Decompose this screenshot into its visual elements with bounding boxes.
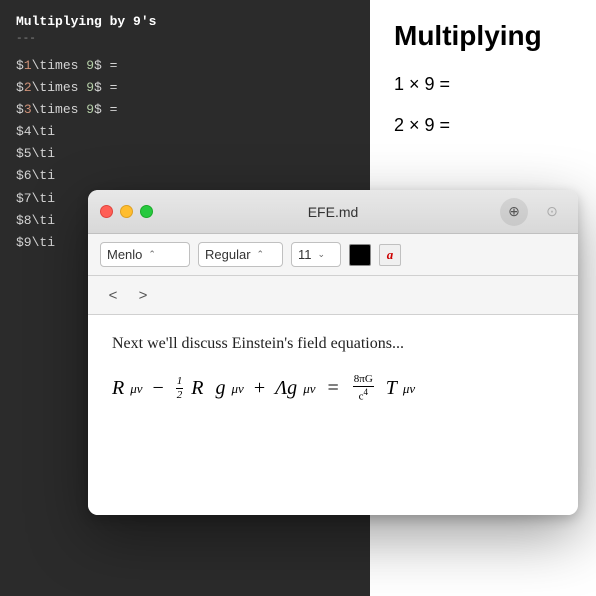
code-line-1: $1\times 9$ = [16,55,354,77]
editor-divider: --- [16,33,354,45]
size-label: 11 [298,247,312,262]
window-title: EFE.md [308,204,359,220]
nav-forward-button[interactable]: > [130,282,156,308]
eq-Rscalar: R [191,377,203,400]
font-arrow-icon: ⌃ [148,249,156,260]
chevron-right-icon: > [139,287,148,304]
format-button[interactable]: a [379,244,401,266]
style-arrow-icon: ⌃ [257,249,265,260]
zoom-in-icon: ⊕ [508,203,520,220]
zoom-in-button[interactable]: ⊕ [500,198,528,226]
math-line-2: 2 × 9 = [394,113,572,138]
output-title: Multiplying [394,20,572,52]
nav-bar: < > [88,276,578,315]
chevron-left-icon: < [109,287,118,304]
code-line-3: $3\times 9$ = [16,99,354,121]
eq-munu2-sub: μν [232,381,244,397]
format-icon: a [387,247,394,263]
eq-g: g [216,377,226,400]
zoom-out-button[interactable]: ⊙ [538,198,566,226]
style-label: Regular [205,247,251,262]
eq-munu-sub: μν [130,381,142,397]
minimize-button[interactable] [120,205,133,218]
floating-window: EFE.md ⊕ ⊙ Menlo ⌃ Regular ⌃ 11 ⌄ a [88,190,578,515]
eq-Lambda: Λg [275,377,297,400]
eq-equals: = [327,377,338,400]
eq-plus: + [254,377,265,400]
eq-munu3-sub: μν [303,381,315,397]
traffic-lights [100,205,153,218]
einstein-equation: Rμν − 1 2 R gμν + Λgμν = 8πG c4 Tμν [112,373,554,404]
maximize-button[interactable] [140,205,153,218]
eq-8piG-c4: 8πG c4 [353,373,374,404]
color-picker[interactable] [349,244,371,266]
code-line-6: $6\ti [16,165,354,187]
eq-munu4-sub: μν [403,381,415,397]
title-bar: EFE.md ⊕ ⊙ [88,190,578,234]
math-line-1: 1 × 9 = [394,72,572,97]
eq-half: 1 2 [176,375,184,402]
intro-text: Next we'll discuss Einstein's field equa… [112,335,554,353]
eq-R: R [112,377,124,400]
zoom-out-icon: ⊙ [546,203,558,220]
code-line-4: $4\ti [16,121,354,143]
nav-back-button[interactable]: < [100,282,126,308]
font-label: Menlo [107,247,142,262]
size-arrow-icon: ⌄ [318,249,326,260]
code-line-2: $2\times 9$ = [16,77,354,99]
editor-title: Multiplying by 9's [16,14,354,29]
eq-T: T [386,377,397,400]
code-line-5: $5\ti [16,143,354,165]
font-selector[interactable]: Menlo ⌃ [100,242,190,267]
eq-minus: − [153,377,164,400]
style-selector[interactable]: Regular ⌃ [198,242,283,267]
formatting-toolbar: Menlo ⌃ Regular ⌃ 11 ⌄ a [88,234,578,276]
title-bar-icons: ⊕ ⊙ [500,198,566,226]
size-selector[interactable]: 11 ⌄ [291,242,341,267]
close-button[interactable] [100,205,113,218]
content-area: Next we'll discuss Einstein's field equa… [88,315,578,515]
